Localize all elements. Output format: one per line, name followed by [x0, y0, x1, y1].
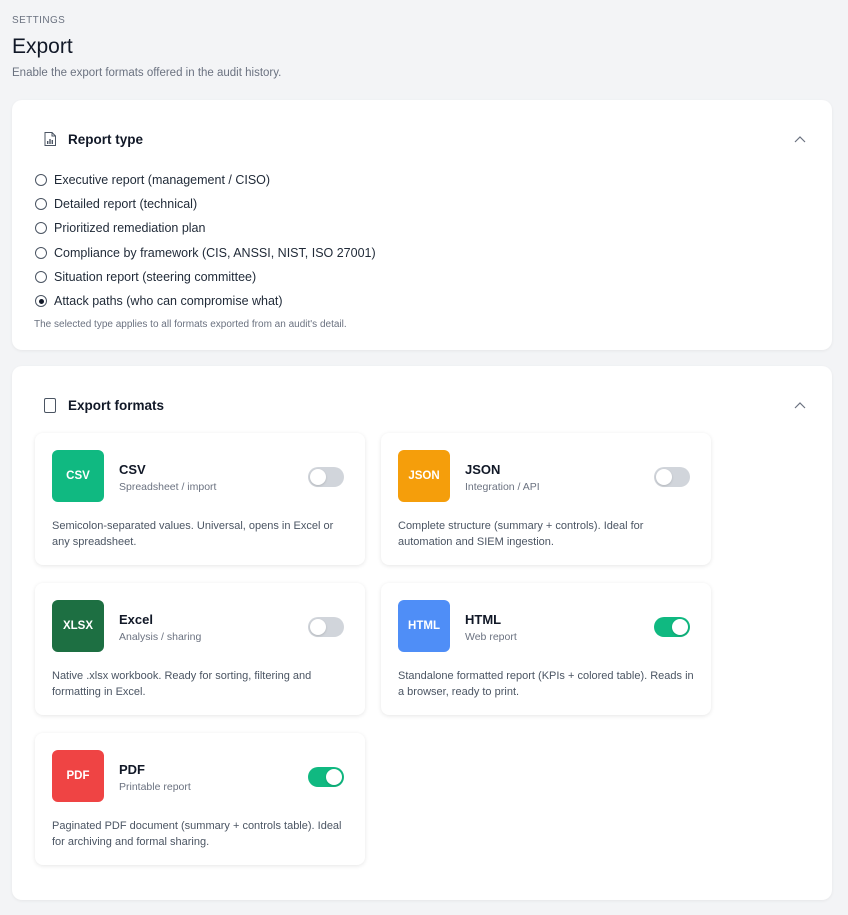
- report-option-situation[interactable]: Situation report (steering committee): [35, 265, 376, 289]
- export-formats-header: Export formats: [42, 394, 808, 416]
- settings-eyebrow: SETTINGS: [12, 15, 66, 26]
- excel-toggle[interactable]: [308, 617, 344, 637]
- radio-button[interactable]: [35, 222, 47, 235]
- pdf-toggle[interactable]: [308, 767, 344, 787]
- format-card-html[interactable]: HTML HTML Web report Standalone formatte…: [381, 583, 711, 715]
- format-card-csv[interactable]: CSV CSV Spreadsheet / import Semicolon-s…: [35, 433, 365, 565]
- format-card-pdf[interactable]: PDF PDF Printable report Paginated PDF d…: [35, 733, 365, 865]
- format-name: HTML: [465, 612, 502, 627]
- collapse-chevron-up-icon[interactable]: [792, 397, 808, 413]
- format-subtitle: Spreadsheet / import: [119, 481, 217, 493]
- toggle-knob: [326, 769, 342, 785]
- report-type-panel: Report type Executive report (management…: [12, 100, 832, 350]
- report-type-header: Report type: [42, 128, 808, 150]
- report-option-compliance[interactable]: Compliance by framework (CIS, ANSSI, NIS…: [35, 241, 376, 265]
- radio-label: Situation report (steering committee): [54, 269, 257, 284]
- radio-button[interactable]: [35, 246, 47, 259]
- report-option-remediation[interactable]: Prioritized remediation plan: [35, 216, 376, 240]
- report-option-attack-paths[interactable]: Attack paths (who can compromise what): [35, 289, 376, 313]
- radio-button[interactable]: [35, 270, 47, 283]
- html-badge-icon: HTML: [398, 600, 450, 652]
- json-toggle[interactable]: [654, 467, 690, 487]
- format-name: CSV: [119, 462, 146, 477]
- toggle-knob: [310, 469, 326, 485]
- radio-button[interactable]: [35, 198, 47, 211]
- document-icon: [42, 397, 58, 413]
- format-subtitle: Web report: [465, 631, 517, 643]
- html-toggle[interactable]: [654, 617, 690, 637]
- radio-label: Attack paths (who can compromise what): [54, 294, 283, 309]
- format-name: PDF: [119, 762, 145, 777]
- export-formats-panel: Export formats CSV CSV Spreadsheet / imp…: [12, 366, 832, 900]
- report-type-note: The selected type applies to all formats…: [34, 319, 347, 330]
- report-option-executive[interactable]: Executive report (management / CISO): [35, 168, 376, 192]
- toggle-knob: [656, 469, 672, 485]
- collapse-chevron-up-icon[interactable]: [792, 131, 808, 147]
- format-card-json[interactable]: JSON JSON Integration / API Complete str…: [381, 433, 711, 565]
- radio-label: Detailed report (technical): [54, 197, 198, 212]
- radio-button-selected[interactable]: [35, 295, 47, 308]
- page-subtitle: Enable the export formats offered in the…: [12, 67, 282, 79]
- pdf-badge-icon: PDF: [52, 750, 104, 802]
- format-name: JSON: [465, 462, 501, 477]
- report-type-title: Report type: [68, 131, 144, 147]
- format-subtitle: Printable report: [119, 781, 191, 793]
- csv-toggle[interactable]: [308, 467, 344, 487]
- format-description: Complete structure (summary + controls).…: [398, 520, 644, 548]
- xlsx-badge-icon: XLSX: [52, 600, 104, 652]
- format-subtitle: Analysis / sharing: [119, 631, 202, 643]
- format-description: Standalone formatted report (KPIs + colo…: [398, 670, 694, 698]
- toggle-knob: [672, 619, 688, 635]
- csv-badge-icon: CSV: [52, 450, 104, 502]
- format-name: Excel: [119, 612, 153, 627]
- report-option-detailed[interactable]: Detailed report (technical): [35, 192, 376, 216]
- radio-label: Compliance by framework (CIS, ANSSI, NIS…: [54, 245, 376, 260]
- json-badge-icon: JSON: [398, 450, 450, 502]
- format-subtitle: Integration / API: [465, 481, 540, 493]
- page-title: Export: [12, 35, 73, 58]
- radio-label: Prioritized remediation plan: [54, 221, 206, 236]
- radio-label: Executive report (management / CISO): [54, 173, 271, 188]
- report-icon: [42, 131, 58, 147]
- export-formats-title: Export formats: [68, 397, 165, 413]
- report-type-options: Executive report (management / CISO) Det…: [35, 168, 376, 313]
- format-card-excel[interactable]: XLSX Excel Analysis / sharing Native .xl…: [35, 583, 365, 715]
- format-description: Native .xlsx workbook. Ready for sorting…: [52, 670, 312, 698]
- radio-button[interactable]: [35, 174, 47, 187]
- format-description: Semicolon-separated values. Universal, o…: [52, 520, 334, 548]
- toggle-knob: [310, 619, 326, 635]
- format-description: Paginated PDF document (summary + contro…: [52, 820, 342, 848]
